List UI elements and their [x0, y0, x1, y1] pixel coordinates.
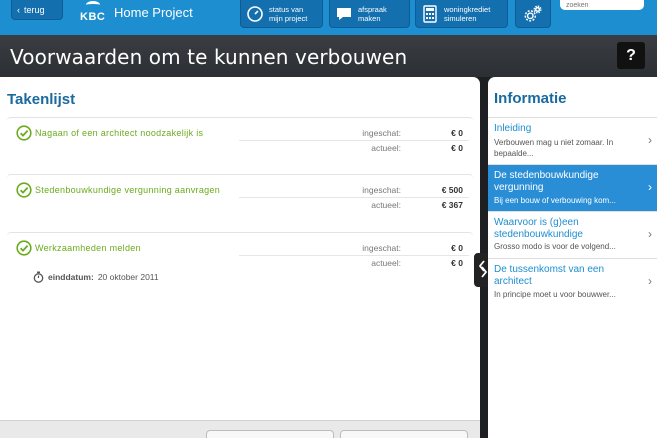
check-circle-icon [16, 182, 32, 198]
help-button[interactable]: ? [617, 42, 645, 69]
info-item[interactable]: Waarvoor is (g)een stedenbouwkundige Gro… [488, 211, 657, 258]
app-name: Home Project [114, 4, 193, 20]
info-item-desc: Verbouwen mag u niet zomaar. In bepaalde… [494, 138, 614, 158]
status-project-label: status van mijn project [269, 4, 308, 23]
toolbar-button[interactable] [206, 430, 334, 438]
actual-value: € 0 [451, 143, 463, 153]
task-name: Werkzaamheden melden [35, 243, 141, 253]
actual-value: € 0 [451, 258, 463, 268]
mortgage-simulate-label: woningkrediet simuleren [444, 4, 491, 23]
end-date-value: 20 oktober 2011 [97, 272, 159, 282]
settings-button[interactable] [515, 0, 551, 28]
estimate-value: € 0 [451, 128, 463, 138]
gear-icon [523, 4, 543, 24]
appointment-button[interactable]: afspraak maken [329, 0, 410, 28]
title-bar: Voorwaarden om te kunnen verbouwen ? [0, 35, 657, 77]
estimate-label: ingeschat: [362, 128, 401, 138]
back-label: terug [24, 4, 45, 15]
info-item[interactable]: Inleiding Verbouwen mag u niet zomaar. I… [488, 117, 657, 164]
back-button[interactable]: ‹ terug [11, 0, 63, 20]
info-panel: Informatie Inleiding Verbouwen mag u nie… [488, 77, 657, 438]
chevron-right-icon: › [648, 180, 652, 194]
kbc-logo: KBC Home Project [80, 0, 193, 24]
check-circle-icon [16, 125, 32, 141]
info-item-desc: Bij een bouw of verbouwing kom... [494, 196, 616, 205]
estimate-label: ingeschat: [362, 185, 401, 195]
mortgage-simulate-button[interactable]: woningkrediet simuleren [415, 0, 508, 28]
task-item[interactable]: Nagaan of een architect noodzakelijk is … [7, 117, 473, 165]
actual-value: € 367 [441, 200, 463, 210]
task-item[interactable]: Stedenbouwkundige vergunning aanvragen i… [7, 174, 473, 222]
task-name: Stedenbouwkundige vergunning aanvragen [35, 185, 221, 195]
appointment-label: afspraak maken [358, 4, 387, 23]
status-project-button[interactable]: status van mijn project [240, 0, 323, 28]
end-date: einddatum: 20 oktober 2011 [33, 271, 159, 283]
search-input[interactable] [560, 0, 644, 10]
chat-bubble-icon [334, 4, 354, 24]
toolbar-button[interactable] [340, 430, 468, 438]
info-item[interactable]: De stedenbouwkundige vergunning Bij een … [488, 164, 657, 211]
chevron-left-right-icon [478, 259, 488, 282]
kbc-logo-mark: KBC [80, 1, 108, 23]
calculator-icon [420, 4, 440, 24]
chevron-right-icon: › [648, 133, 652, 147]
info-item[interactable]: De tussenkomst van een architect In prin… [488, 258, 657, 305]
stopwatch-icon [33, 271, 44, 283]
actual-label: actueel: [371, 200, 401, 210]
check-circle-icon [16, 240, 32, 256]
task-name: Nagaan of een architect noodzakelijk is [35, 128, 204, 138]
actual-label: actueel: [371, 143, 401, 153]
info-title: Informatie [494, 90, 567, 107]
estimate-label: ingeschat: [362, 243, 401, 253]
page-title: Voorwaarden om te kunnen verbouwen [10, 45, 408, 69]
task-item[interactable]: Werkzaamheden melden ingeschat: € 0 actu… [7, 232, 473, 292]
estimate-value: € 500 [441, 185, 463, 195]
logo-text: KBC [80, 11, 106, 23]
chevron-left-icon: ‹ [17, 4, 20, 15]
info-item-heading: Inleiding [494, 123, 532, 134]
estimate-value: € 0 [451, 243, 463, 253]
info-item-desc: Grosso modo is voor de volgend... [494, 242, 616, 251]
bottom-toolbar [0, 420, 480, 438]
info-item-heading: Waarvoor is (g)een stedenbouwkundige [494, 217, 583, 240]
task-list-panel: Takenlijst Nagaan of een architect noodz… [0, 77, 480, 438]
chevron-right-icon: › [648, 227, 652, 241]
speedometer-icon [245, 4, 265, 24]
info-item-heading: De tussenkomst van een architect [494, 264, 605, 287]
info-item-desc: In principe moet u voor bouwwer... [494, 290, 616, 299]
task-list-title: Takenlijst [7, 91, 76, 108]
top-bar: ‹ terug KBC Home Project status van mijn… [0, 0, 657, 35]
end-date-label: einddatum: [48, 272, 94, 282]
actual-label: actueel: [371, 258, 401, 268]
chevron-right-icon: › [648, 274, 652, 288]
info-item-heading: De stedenbouwkundige vergunning [494, 170, 599, 193]
